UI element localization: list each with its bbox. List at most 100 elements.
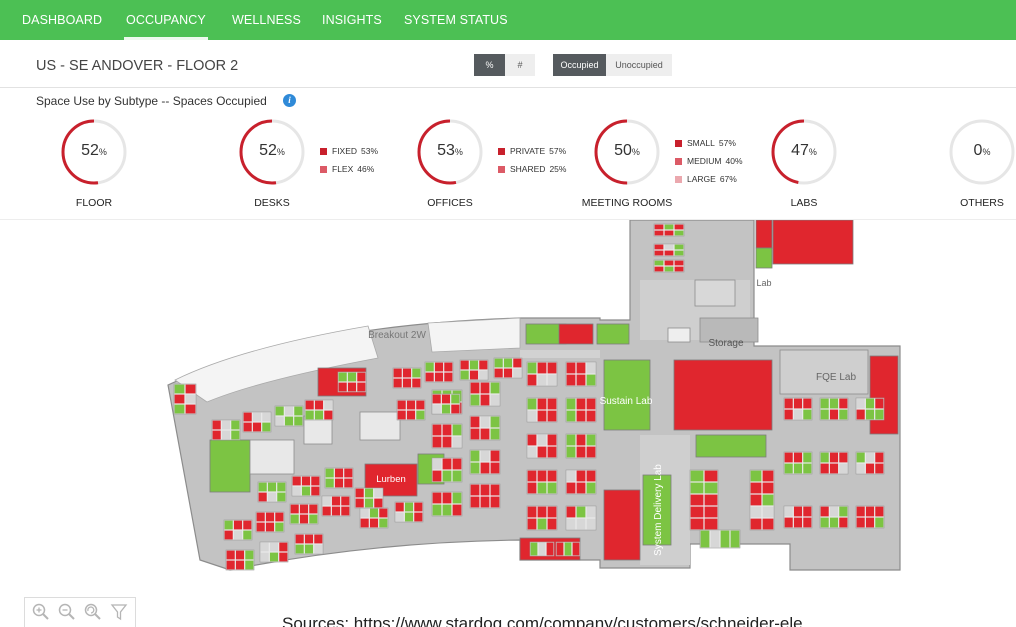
desk [820, 517, 829, 528]
desk-cluster [555, 541, 581, 557]
filter-icon[interactable] [109, 602, 129, 622]
tab-wellness[interactable]: WELLNESS [232, 0, 301, 40]
tab-dashboard[interactable]: DASHBOARD [22, 0, 102, 40]
occupied-toggle-button[interactable]: Occupied [553, 54, 606, 76]
desk [355, 498, 364, 508]
desk [269, 542, 279, 552]
gauge-label-others: OTHERS [960, 197, 1004, 209]
desk [576, 410, 586, 422]
zoom-in-icon[interactable] [31, 602, 51, 622]
desk [395, 502, 404, 512]
desk [547, 410, 557, 422]
room [695, 434, 767, 458]
gauge-value: 0% [973, 142, 991, 159]
desk [762, 506, 774, 518]
desk [304, 544, 314, 554]
desk [444, 362, 453, 372]
desk [856, 409, 865, 420]
desk [442, 458, 452, 470]
desk-cluster [819, 505, 849, 529]
desk [305, 410, 314, 420]
desk [527, 446, 537, 458]
desk [432, 436, 442, 448]
desk [690, 506, 704, 518]
desk-cluster [565, 469, 597, 495]
desk-cluster [526, 433, 558, 459]
desk [314, 544, 323, 554]
unoccupied-toggle-button[interactable]: Unoccupied [606, 54, 672, 76]
desk [513, 368, 522, 378]
desk [704, 494, 718, 506]
desk [322, 496, 331, 506]
desk [432, 458, 442, 470]
desk-cluster [223, 519, 253, 541]
desk [470, 416, 480, 428]
desk-cluster [783, 505, 813, 529]
desk [547, 506, 557, 518]
desk-cluster [526, 505, 558, 531]
desk [547, 362, 557, 374]
desk [402, 368, 412, 378]
room-label: Sustain Lab [600, 396, 653, 407]
desk [490, 450, 500, 462]
desk [586, 410, 596, 422]
desk [235, 560, 245, 570]
desk [490, 416, 500, 428]
tab-occupancy[interactable]: OCCUPANCY [124, 0, 208, 40]
desk [442, 436, 452, 448]
desk [829, 506, 839, 517]
desk [537, 470, 547, 482]
desk [224, 530, 233, 540]
percent-toggle-button[interactable]: % [474, 54, 505, 76]
tab-insights[interactable]: INSIGHTS [322, 0, 382, 40]
desk-cluster [294, 533, 324, 555]
info-icon[interactable]: i [283, 94, 296, 107]
count-toggle-button[interactable]: # [505, 54, 535, 76]
reset-view-icon[interactable] [83, 602, 103, 622]
room [596, 323, 630, 345]
desk [442, 470, 452, 482]
desk [395, 512, 404, 522]
desk [406, 410, 416, 420]
room [209, 439, 251, 493]
gauge-labs: 47% [768, 116, 840, 188]
desk [265, 512, 275, 522]
desk [452, 436, 462, 448]
desk [267, 482, 277, 492]
desk [452, 492, 462, 504]
desk [494, 368, 503, 378]
desk [490, 484, 500, 496]
desk [294, 416, 303, 426]
page-title: US - SE ANDOVER - FLOOR 2 [36, 58, 239, 74]
legend-swatch [675, 157, 682, 165]
desk [432, 470, 442, 482]
desk-cluster [396, 399, 426, 421]
desk [803, 398, 812, 409]
lab-room [673, 359, 773, 431]
desk [704, 470, 718, 482]
desk [576, 398, 586, 410]
desk [279, 542, 288, 552]
desk-cluster [526, 397, 558, 423]
desk [704, 506, 718, 518]
desk-cluster [565, 505, 597, 531]
zoom-out-icon[interactable] [57, 602, 77, 622]
desk-cluster [337, 371, 367, 393]
room [359, 411, 401, 441]
lab-room [869, 355, 899, 435]
desk [235, 550, 245, 560]
desk [793, 398, 803, 409]
tab-system-status[interactable]: SYSTEM STATUS [404, 0, 508, 40]
desk [537, 446, 547, 458]
desk [412, 378, 421, 388]
desk [338, 372, 347, 382]
desk [344, 478, 353, 488]
desk-cluster [819, 451, 849, 475]
desk [803, 506, 812, 517]
desk [556, 542, 564, 556]
desk [434, 372, 444, 382]
desk [277, 482, 286, 492]
desk [347, 382, 357, 392]
desk [576, 470, 586, 482]
floor-map[interactable]: Breakout 2W Storage Lab FQE Lab Sustain Lab L… [0, 220, 1016, 590]
